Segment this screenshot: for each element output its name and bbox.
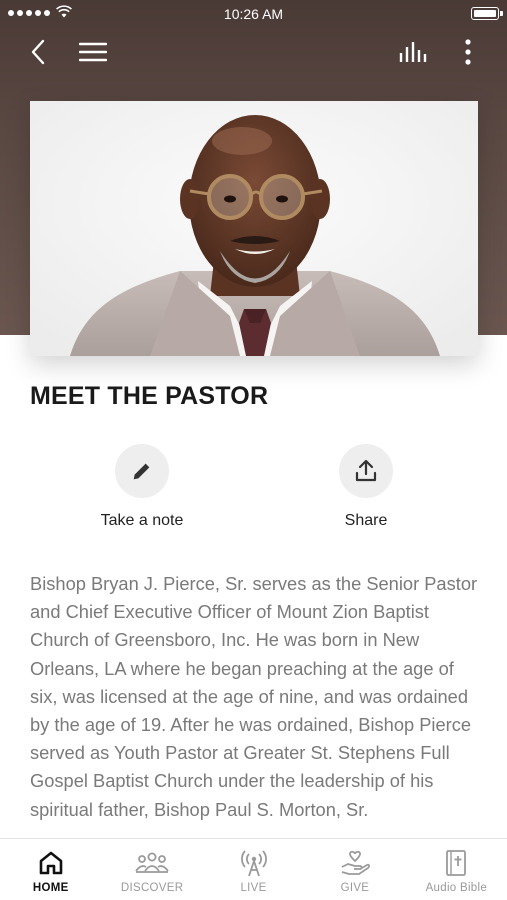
more-options-button[interactable] [450, 34, 486, 70]
pastor-bio-text: Bishop Bryan J. Pierce, Sr. serves as th… [30, 573, 478, 820]
tab-discover-label: DISCOVER [120, 882, 184, 894]
chevron-left-icon [31, 39, 45, 65]
tab-give[interactable]: GIVE [304, 839, 405, 900]
broadcast-icon [240, 850, 267, 877]
page-title: MEET THE PASTOR [30, 382, 269, 410]
share-icon-circle[interactable] [339, 444, 393, 498]
menu-button[interactable] [75, 34, 111, 70]
take-note-button[interactable]: Take a note [67, 444, 217, 530]
tab-audio-bible-label: Audio Bible [425, 882, 488, 894]
tab-live-label: LIVE [240, 882, 267, 894]
hamburger-menu-icon [79, 42, 107, 62]
back-button[interactable] [20, 34, 56, 70]
tab-audio-bible[interactable]: Audio Bible [406, 839, 507, 900]
share-button[interactable]: Share [291, 444, 441, 530]
tab-discover[interactable]: DISCOVER [101, 839, 202, 900]
pencil-icon [133, 463, 150, 480]
tab-give-label: GIVE [340, 882, 370, 894]
take-note-icon-circle[interactable] [115, 444, 169, 498]
tab-home[interactable]: HOME [0, 839, 101, 900]
status-time: 10:26 AM [223, 6, 284, 22]
tab-home-label: HOME [32, 882, 69, 894]
tab-live[interactable]: LIVE [203, 839, 304, 900]
share-label: Share [344, 512, 388, 529]
take-note-label: Take a note [100, 512, 184, 529]
audio-bars-button[interactable] [396, 34, 432, 70]
giving-hand-icon [341, 850, 370, 875]
pastor-photo [30, 101, 478, 356]
status-bar: 10:26 AM [0, 0, 507, 28]
more-vertical-icon [465, 39, 471, 65]
bible-icon [446, 850, 467, 876]
share-icon [355, 459, 377, 482]
home-icon [39, 851, 63, 875]
people-icon [135, 852, 169, 873]
bottom-tab-bar: HOME DISCOVER LIVE GIVE Audio Bible [0, 838, 507, 900]
bar-chart-icon [399, 42, 427, 62]
battery-icon [471, 7, 503, 20]
